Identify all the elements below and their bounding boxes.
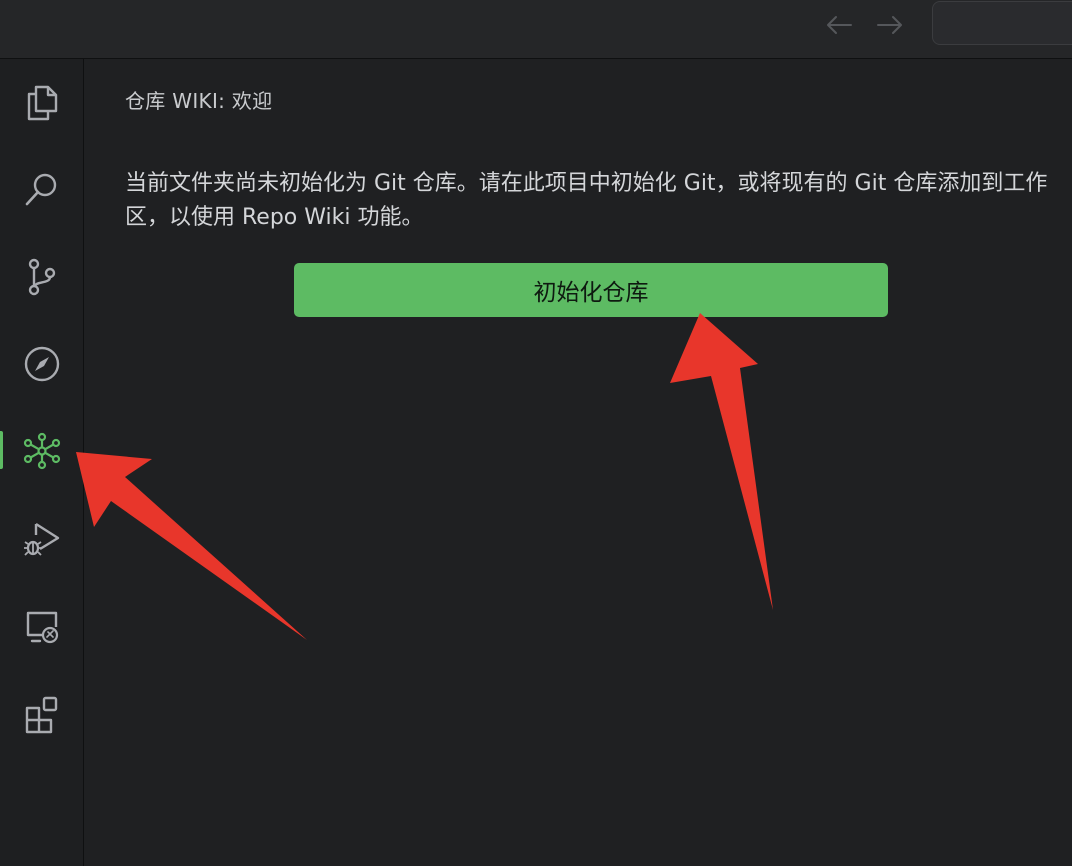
run-debug-icon xyxy=(23,522,59,556)
remote-explorer-icon xyxy=(26,611,58,644)
forward-button[interactable] xyxy=(873,8,907,42)
repo-wiki-icon xyxy=(23,432,60,470)
explorer-files-icon xyxy=(27,85,57,121)
repo-wiki-panel: 仓库 WIKI: 欢迎 当前文件夹尚未初始化为 Git 仓库。请在此项目中初始化… xyxy=(84,59,1072,866)
activity-remote-explorer[interactable] xyxy=(0,597,83,657)
activity-source-control[interactable] xyxy=(0,247,83,307)
command-search-box[interactable] xyxy=(932,1,1072,45)
activity-repo-wiki[interactable] xyxy=(0,421,83,481)
arrow-left-icon xyxy=(827,16,852,34)
title-bar xyxy=(0,0,1072,59)
activity-bar xyxy=(0,59,84,866)
not-git-repo-message: 当前文件夹尚未初始化为 Git 仓库。请在此项目中初始化 Git，或将现有的 G… xyxy=(125,171,1048,230)
activity-run-debug[interactable] xyxy=(0,509,83,569)
extensions-icon xyxy=(25,696,57,734)
source-control-icon xyxy=(28,258,55,296)
back-button[interactable] xyxy=(822,8,856,42)
panel-title: 仓库 WIKI: 欢迎 xyxy=(125,89,273,113)
activity-search[interactable] xyxy=(0,159,83,219)
compass-icon xyxy=(24,346,59,382)
app-window: 仓库 WIKI: 欢迎 当前文件夹尚未初始化为 Git 仓库。请在此项目中初始化… xyxy=(0,0,1072,866)
initialize-repository-button[interactable]: 初始化仓库 xyxy=(294,263,888,317)
activity-compass[interactable] xyxy=(0,334,83,394)
search-icon xyxy=(25,173,56,206)
activity-explorer[interactable] xyxy=(0,73,83,133)
activity-extensions[interactable] xyxy=(0,684,83,744)
arrow-right-icon xyxy=(877,16,902,34)
